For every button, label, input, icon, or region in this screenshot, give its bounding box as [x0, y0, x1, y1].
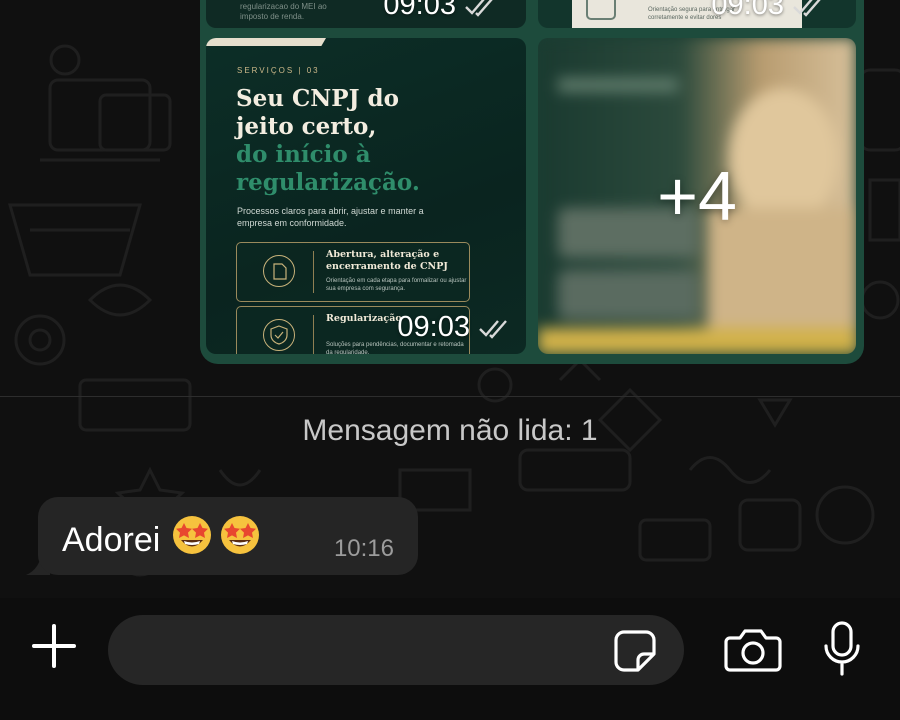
microphone-icon[interactable] [822, 620, 862, 678]
thumbnail-caption: regularizacao do MEI ao imposto de renda… [240, 2, 327, 22]
plus-icon[interactable] [30, 622, 78, 670]
poster-kicker: SERVIÇOS | 03 [237, 66, 320, 75]
media-thumbnail-2[interactable]: Orientação segura para entregar corretam… [538, 0, 856, 28]
media-thumbnail-3[interactable]: SERVIÇOS | 03 Seu CNPJ do jeito certo, d… [206, 38, 526, 354]
decorative-band [206, 38, 326, 46]
card-divider [313, 251, 314, 293]
media-timestamp: 09:03 [383, 0, 498, 22]
card-divider [313, 315, 314, 354]
card-description: Orientação em cada etapa para formalizar… [326, 278, 467, 292]
service-card: Abertura, alteração e encerramento de CN… [236, 242, 470, 302]
incoming-message-bubble[interactable]: Adorei 10:16 [38, 497, 418, 575]
media-timestamp: 09:03 [397, 311, 512, 344]
message-emoji [170, 513, 262, 557]
media-thumbnail-more[interactable]: +4 [538, 38, 856, 354]
timestamp-text: 09:03 [397, 311, 470, 343]
timestamp-text: 09:03 [383, 0, 456, 21]
unread-messages-label: Mensagem não lida: 1 [302, 414, 598, 447]
read-receipt-icon [793, 0, 821, 17]
message-text: Adorei [62, 521, 161, 559]
camera-icon[interactable] [724, 626, 782, 672]
poster-description: Processos claros para abrir, ajustar e m… [237, 206, 424, 228]
shield-check-icon [263, 319, 295, 351]
document-icon [263, 255, 295, 287]
headline-line-1: Seu CNPJ do [236, 85, 399, 112]
headline-line-3: do início à [236, 141, 371, 168]
thumbnail-caption-line-1: regularizacao do MEI ao [240, 2, 327, 11]
star-struck-emoji [221, 516, 260, 554]
star-struck-emoji [173, 516, 212, 554]
message-body: Adorei [62, 513, 262, 560]
media-thumbnail-1[interactable]: regularizacao do MEI ao imposto de renda… [206, 0, 526, 28]
card-title: Abertura, alteração e encerramento de CN… [326, 249, 448, 272]
message-timestamp: 10:16 [333, 535, 394, 562]
media-timestamp: 09:03 [711, 0, 826, 22]
poster-headline: Seu CNPJ do jeito certo, do início à reg… [236, 85, 516, 197]
read-receipt-icon [465, 0, 493, 17]
timestamp-text: 09:03 [711, 0, 784, 21]
shield-check-icon [586, 0, 616, 20]
media-album-bubble[interactable]: regularizacao do MEI ao imposto de renda… [200, 0, 864, 364]
sticker-icon[interactable] [612, 628, 658, 674]
read-receipt-icon [479, 319, 507, 339]
message-input[interactable] [130, 624, 594, 678]
thumbnail-caption-line-2: imposto de renda. [240, 12, 305, 21]
more-media-count: +4 [657, 157, 737, 235]
unread-divider [0, 396, 900, 397]
headline-line-4: regularização. [236, 169, 420, 196]
chat-background: regularizacao do MEI ao imposto de renda… [0, 0, 900, 598]
headline-line-2: jeito certo, [236, 113, 377, 140]
